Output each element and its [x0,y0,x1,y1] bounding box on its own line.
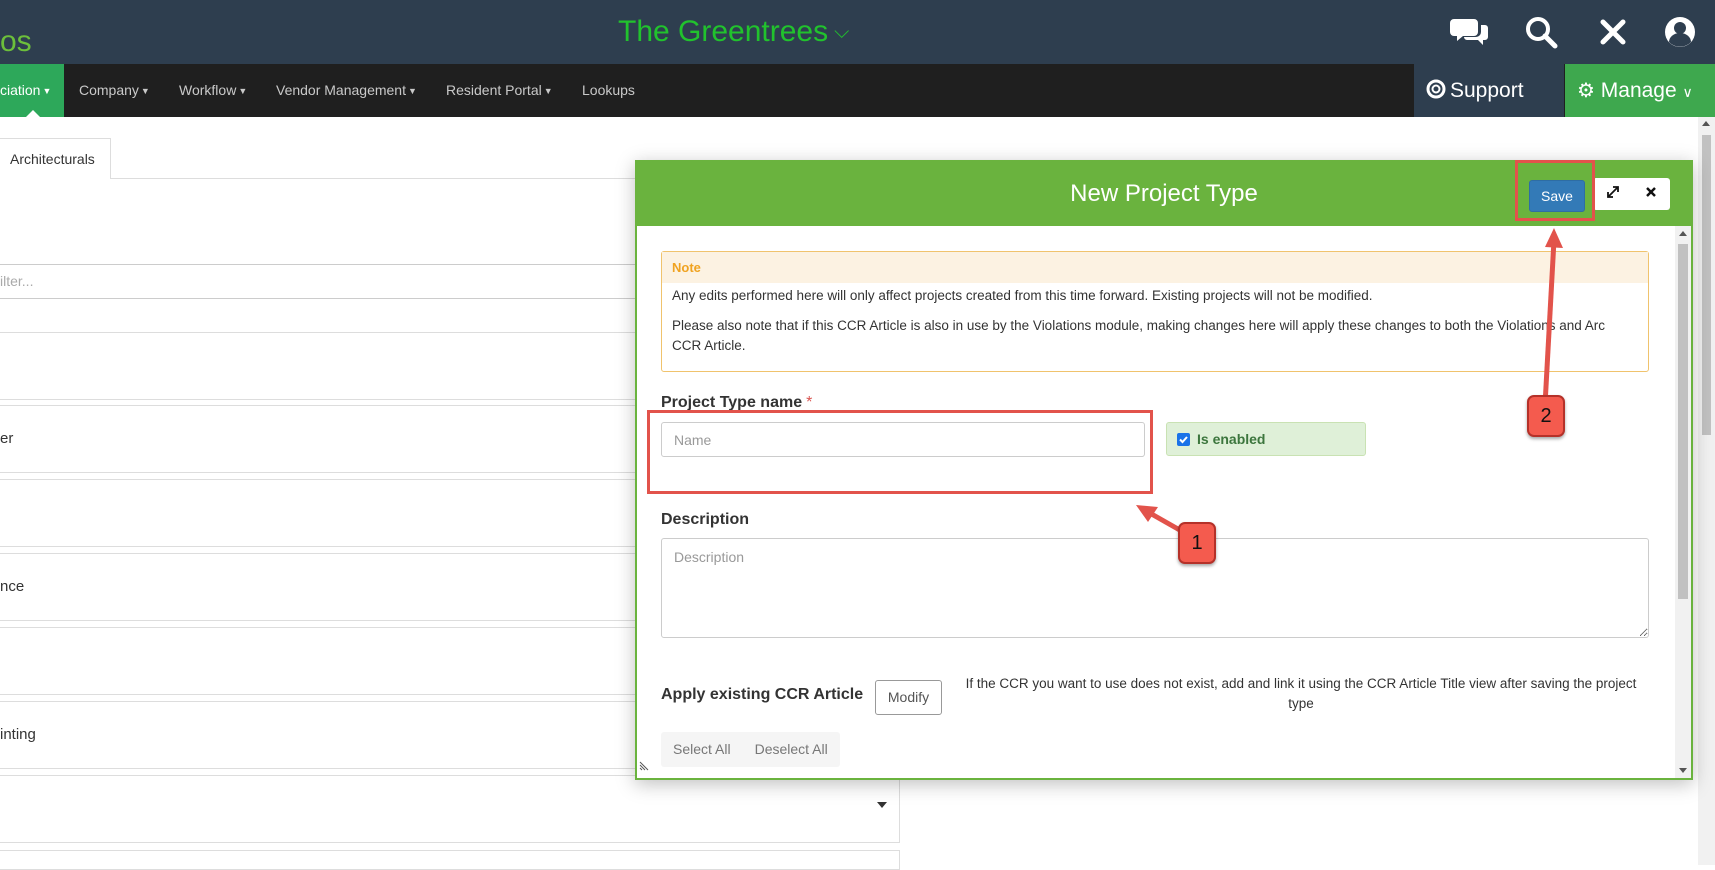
list-item[interactable] [0,332,660,400]
expand-icon[interactable] [1606,185,1620,204]
note-text-1: Any edits performed here will only affec… [672,288,1373,303]
dialog-body: Note Any edits performed here will only … [637,226,1673,778]
menu-lookups[interactable]: Lookups [582,64,635,117]
select-buttons-group: Select All Deselect All [661,732,840,767]
page-scrollbar[interactable] [1698,117,1715,865]
scroll-up-icon[interactable] [1702,121,1710,126]
menu-resident-portal-label: Resident Portal [446,82,542,98]
menu-company[interactable]: Company ▼ [79,64,150,117]
tab-architecturals[interactable]: Architecturals [0,138,111,179]
list-item[interactable]: nce [0,553,660,621]
manage-label: Manage [1600,79,1677,102]
is-enabled-checkbox[interactable] [1177,433,1190,446]
required-marker: * [806,394,813,411]
filter-input[interactable]: ilter... [0,264,660,299]
is-enabled-label: Is enabled [1197,431,1266,447]
menu-association-label: ciation [0,82,41,98]
description-input[interactable] [661,538,1649,638]
ccr-help-text: If the CCR you want to use does not exis… [965,676,1637,711]
note-heading: Note [662,252,1648,283]
chevron-down-icon: ⌵ [834,21,850,43]
list-item[interactable]: inting [0,701,660,769]
support-label: Support [1450,79,1524,102]
user-icon[interactable] [1660,12,1700,52]
list-item-label: inting [0,726,36,743]
list-item[interactable] [0,479,660,547]
support-button[interactable]: Support [1414,64,1564,117]
caret-down-icon: ▼ [543,86,553,96]
annotation-badge-2: 2 [1527,395,1565,437]
caret-down-icon: ▼ [407,86,417,96]
dropdown-row[interactable] [0,775,900,843]
close-icon[interactable] [1645,185,1657,203]
menu-workflow-label: Workflow [179,82,237,98]
apply-ccr-article-label: Apply existing CCR Article [661,686,864,703]
community-title: The Greentrees [618,15,829,48]
deselect-all-button[interactable]: Deselect All [743,732,840,767]
annotation-badge-1: 1 [1178,522,1216,564]
menu-association[interactable]: ciation ▼ [0,64,64,117]
project-type-name-label-text: Project Type name [661,394,803,411]
list-item-label: er [0,430,14,447]
modify-button[interactable]: Modify [875,680,942,715]
menu-company-label: Company [79,82,139,98]
list-item [0,850,900,870]
caret-down-icon: ▼ [238,86,248,96]
caret-down-icon [877,802,887,808]
tab-underline [110,178,670,179]
menu-resident-portal[interactable]: Resident Portal ▼ [446,64,553,117]
community-selector[interactable]: The Greentrees ⌵ [618,14,849,50]
menu-workflow[interactable]: Workflow ▼ [179,64,247,117]
is-enabled-toggle[interactable]: Is enabled [1166,422,1366,456]
note-text-2: Please also note that if this CCR Articl… [672,318,1606,353]
brand-logo-text[interactable]: os [0,26,32,58]
search-icon[interactable] [1521,12,1561,52]
manage-button[interactable]: ⚙ Manage ∨ [1565,64,1715,117]
top-header: os The Greentrees ⌵ [0,0,1715,64]
dialog-controls [1593,178,1670,210]
list-item[interactable]: er [0,405,660,473]
menu-vendor-management[interactable]: Vendor Management ▼ [276,64,417,117]
scroll-down-icon[interactable] [1679,768,1687,773]
menu-vendor-management-label: Vendor Management [276,82,406,98]
list-item-label: nce [0,578,25,595]
dialog-scrollbar[interactable] [1675,226,1691,778]
list-item[interactable] [0,627,660,695]
chevron-down-icon: ∨ [1682,84,1693,100]
scrollbar-thumb[interactable] [1702,135,1711,435]
scroll-up-icon[interactable] [1679,231,1687,236]
chat-icon[interactable] [1450,12,1490,52]
description-label: Description [661,511,750,528]
caret-down-icon: ▼ [140,86,150,96]
menu-lookups-label: Lookups [582,82,635,98]
gear-icon: ⚙ [1577,80,1595,102]
annotation-highlight-save [1515,160,1595,221]
scrollbar-thumb[interactable] [1678,244,1688,599]
close-icon[interactable] [1593,12,1633,52]
lifebuoy-icon [1426,79,1446,99]
caret-down-icon: ▼ [42,86,52,96]
annotation-highlight-name [647,410,1153,494]
note-panel: Note Any edits performed here will only … [661,251,1649,372]
resize-grip-icon[interactable] [639,758,651,776]
select-all-button[interactable]: Select All [661,732,743,767]
